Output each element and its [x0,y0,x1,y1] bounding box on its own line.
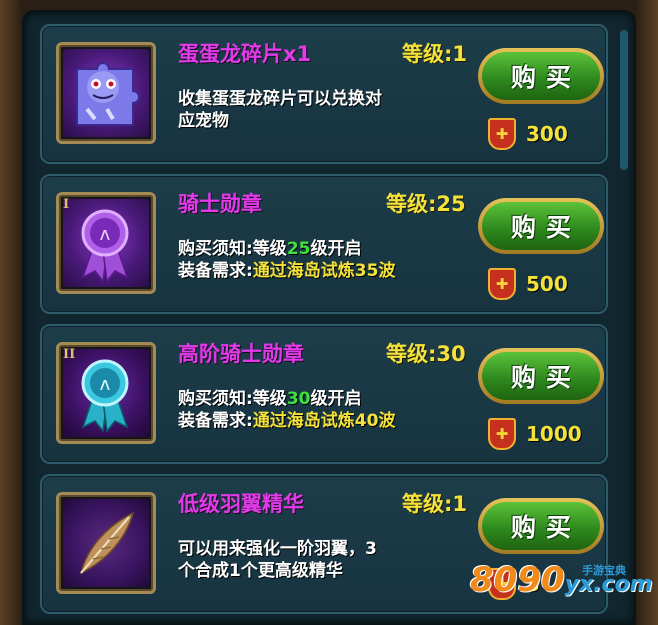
req-value: 通过海岛试炼35波 [252,261,396,281]
buy-button[interactable]: 购买 [478,498,604,554]
purchase-requirement: 购买须知:等级25级开启 [178,238,468,260]
req-level-value: 30 [286,389,311,409]
item-name: 低级羽翼精华 [178,492,304,516]
item-icon-frame: ʌ II [56,342,156,444]
item-icon-frame: ʌ I [56,192,156,294]
item-level: 等级:30 [386,342,466,366]
buy-button-label: 购买 [482,502,600,550]
desc-line: 应宠物 [178,111,229,131]
purchase-requirement: 购买须知:等级30级开启 [178,388,468,410]
item-requirements: 购买须知:等级30级开启 装备需求:通过海岛试炼40波 [178,388,468,432]
svg-text:ʌ: ʌ [100,374,111,395]
watermark-number: 8090 [470,560,565,600]
item-level: 等级:25 [386,192,466,216]
req-suffix: 级开启 [310,389,362,409]
req-suffix: 级开启 [310,239,362,259]
watermark-tagline: 手游宝典 [582,564,626,577]
item-price: 1000 [526,422,582,446]
req-level-value: 25 [286,239,311,259]
item-level: 等级:1 [402,492,468,516]
buy-button-label: 购买 [482,352,600,400]
item-description: 可以用来强化一阶羽翼，3 个合成1个更高级精华 [178,538,468,582]
req-label: 装备需求: [178,411,253,431]
shield-currency-icon: ✚ [488,268,516,300]
equip-requirement: 装备需求:通过海岛试炼40波 [178,410,468,432]
item-icon-frame [56,42,156,144]
rank-numeral: I [63,197,70,212]
feather-icon [63,499,149,587]
req-label: 购买须知:等级 [178,239,287,259]
desc-line: 收集蛋蛋龙碎片可以兑换对 [178,89,382,109]
item-name: 蛋蛋龙碎片x1 [178,42,312,66]
buy-button[interactable]: 购买 [478,48,604,104]
shop-item-card: ʌ II 高阶骑士勋章 等级:30 购买须知:等级30级开启 装备需求:通过海岛… [40,324,608,464]
rank-numeral: II [63,347,76,362]
item-requirements: 购买须知:等级25级开启 装备需求:通过海岛试炼35波 [178,238,468,282]
shop-panel: 蛋蛋龙碎片x1 等级:1 收集蛋蛋龙碎片可以兑换对 应宠物 购买 ✚ 300 ʌ… [22,10,636,625]
desc-line: 个合成1个更高级精华 [178,561,343,581]
knight-medal-icon: ʌ [63,199,149,287]
item-price: 500 [526,272,568,296]
req-value: 通过海岛试炼40波 [252,411,396,431]
equip-requirement: 装备需求:通过海岛试炼35波 [178,260,468,282]
shop-item-card: 蛋蛋龙碎片x1 等级:1 收集蛋蛋龙碎片可以兑换对 应宠物 购买 ✚ 300 [40,24,608,164]
dragon-fragment-icon [63,49,149,137]
shield-currency-icon: ✚ [488,418,516,450]
site-watermark: 8090yx.com 手游宝典 [470,560,653,600]
item-price: 300 [526,122,568,146]
svg-text:ʌ: ʌ [100,224,111,245]
buy-button[interactable]: 购买 [478,348,604,404]
req-label: 装备需求: [178,261,253,281]
item-name: 高阶骑士勋章 [178,342,304,366]
buy-button-label: 购买 [482,52,600,100]
item-name: 骑士勋章 [178,192,262,216]
buy-button-label: 购买 [482,202,600,250]
shop-item-card: ʌ I 骑士勋章 等级:25 购买须知:等级25级开启 装备需求:通过海岛试炼3… [40,174,608,314]
item-level: 等级:1 [402,42,468,66]
buy-button[interactable]: 购买 [478,198,604,254]
advanced-knight-medal-icon: ʌ [63,349,149,437]
req-label: 购买须知:等级 [178,389,287,409]
scrollbar[interactable] [620,30,628,170]
shield-currency-icon: ✚ [488,118,516,150]
desc-line: 可以用来强化一阶羽翼，3 [178,539,377,559]
item-description: 收集蛋蛋龙碎片可以兑换对 应宠物 [178,88,468,132]
item-icon-frame [56,492,156,594]
